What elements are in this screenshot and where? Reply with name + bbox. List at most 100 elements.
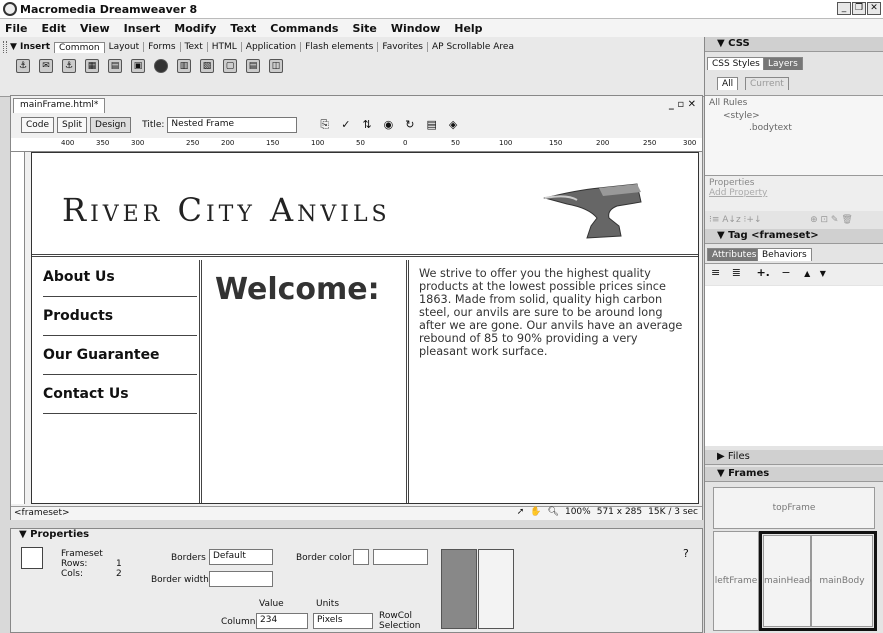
zoom-tool-icon[interactable]: 🔍︎	[548, 507, 559, 517]
tab-favorites[interactable]: Favorites	[378, 42, 428, 52]
menu-insert[interactable]: Insert	[124, 22, 161, 35]
tab-application[interactable]: Application	[242, 42, 302, 52]
column-value-input[interactable]: 234	[256, 613, 308, 629]
menu-text[interactable]: Text	[230, 22, 256, 35]
template-icon[interactable]: ▤	[246, 59, 260, 73]
style-rule[interactable]: <style>	[705, 110, 883, 122]
document-window: mainFrame.html* _ ▫ ✕ Code Split Design …	[10, 95, 703, 520]
show-all-events-icon[interactable]: ≣	[732, 266, 741, 279]
server-side-include-icon[interactable]: ▧	[200, 59, 214, 73]
tab-behaviors[interactable]: Behaviors	[757, 248, 812, 261]
tag-chooser-icon[interactable]: ◫	[269, 59, 283, 73]
menu-site[interactable]: Site	[352, 22, 376, 35]
tab-text[interactable]: Text	[181, 42, 208, 52]
file-management-icon[interactable]: ⇅	[362, 118, 371, 132]
tab-all[interactable]: All	[717, 77, 739, 90]
tab-layout[interactable]: Layout	[105, 42, 145, 52]
window-size-select[interactable]: 571 x 285	[597, 507, 642, 517]
select-tool-icon[interactable]: ➚	[517, 507, 525, 517]
border-color-swatch[interactable]	[353, 549, 369, 565]
tab-css-styles[interactable]: CSS Styles	[707, 57, 765, 70]
tab-flash-elements[interactable]: Flash elements	[301, 42, 379, 52]
menu-modify[interactable]: Modify	[174, 22, 216, 35]
email-link-icon[interactable]: ✉	[39, 59, 53, 73]
column-selection-left[interactable]	[441, 549, 477, 629]
show-set-events-icon[interactable]: ≡	[711, 266, 720, 279]
css-panel-header[interactable]: ▼ CSS	[705, 37, 883, 52]
frame-top[interactable]: topFrame	[713, 487, 875, 529]
menu-commands[interactable]: Commands	[270, 22, 338, 35]
menu-view[interactable]: View	[80, 22, 110, 35]
tab-attributes[interactable]: Attributes	[707, 248, 762, 261]
document-tab[interactable]: mainFrame.html*	[13, 98, 106, 113]
help-icon[interactable]: ?	[683, 547, 689, 560]
tab-common[interactable]: Common	[54, 41, 105, 53]
frame-main-header[interactable]: mainHeader	[763, 535, 819, 627]
view-options-icon[interactable]: ▤	[427, 118, 437, 132]
units-label: Units	[316, 599, 340, 609]
refresh-icon[interactable]: ↻	[405, 118, 414, 132]
add-property-link[interactable]: Add Property	[709, 188, 880, 198]
page-title-input[interactable]: Nested Frame	[167, 117, 298, 133]
validate-icon[interactable]: ✓	[341, 118, 350, 132]
nav-contact-us[interactable]: Contact Us	[43, 377, 197, 414]
tab-current[interactable]: Current	[745, 77, 789, 90]
menu-help[interactable]: Help	[454, 22, 482, 35]
insert-label[interactable]: ▼ Insert	[10, 42, 50, 52]
frame-main-body[interactable]: mainBody	[811, 535, 873, 627]
move-up-icon[interactable]: ▲	[804, 269, 810, 278]
comment-icon[interactable]: ▢	[223, 59, 237, 73]
border-color-input[interactable]	[373, 549, 428, 565]
frame-left[interactable]: leftFrame	[713, 531, 759, 631]
zoom-select[interactable]: 100%	[565, 507, 591, 517]
panel-grip[interactable]	[3, 41, 7, 53]
menu-window[interactable]: Window	[391, 22, 440, 35]
date-icon[interactable]: ▥	[177, 59, 191, 73]
nav-products[interactable]: Products	[43, 299, 197, 336]
check-browser-icon[interactable]: ⎘	[320, 118, 329, 132]
hyperlink-icon[interactable]: ⚓	[16, 59, 30, 73]
column-selection-right[interactable]	[478, 549, 514, 629]
insert-tabs: ▼ Insert Common Layout Forms Text HTML A…	[0, 39, 704, 55]
properties-header[interactable]: ▼ Properties	[11, 529, 702, 542]
hand-tool-icon[interactable]: ✋	[530, 507, 541, 517]
frames-panel-header[interactable]: ▼ Frames	[705, 467, 883, 482]
top-frame[interactable]: River City Anvils	[32, 153, 698, 257]
left-frame[interactable]: About Us Products Our Guarantee Contact …	[32, 260, 202, 503]
remove-behavior-icon[interactable]: −	[781, 266, 790, 279]
tab-layers[interactable]: Layers	[763, 57, 803, 70]
tab-forms[interactable]: Forms	[144, 42, 181, 52]
menu-file[interactable]: File	[5, 22, 28, 35]
tag-panel-header[interactable]: ▼ Tag <frameset>	[705, 229, 883, 244]
media-icon[interactable]	[154, 59, 168, 73]
bodytext-rule[interactable]: .bodytext	[705, 122, 883, 134]
design-view-button[interactable]: Design	[90, 117, 132, 133]
menu-edit[interactable]: Edit	[42, 22, 66, 35]
tab-ap-scrollable-area[interactable]: AP Scrollable Area	[428, 42, 518, 52]
border-width-input[interactable]	[209, 571, 273, 587]
document-window-controls[interactable]: _ ▫ ✕	[669, 99, 696, 110]
named-anchor-icon[interactable]: ⚓	[62, 59, 76, 73]
preview-icon[interactable]: ◉	[384, 118, 394, 132]
tab-html[interactable]: HTML	[208, 42, 242, 52]
nav-about-us[interactable]: About Us	[43, 260, 197, 297]
nav-our-guarantee[interactable]: Our Guarantee	[43, 338, 197, 375]
visual-aids-icon[interactable]: ◈	[449, 118, 457, 132]
close-icon[interactable]: ✕	[867, 2, 881, 15]
tag-selector[interactable]: <frameset>	[14, 508, 70, 518]
code-view-button[interactable]: Code	[21, 117, 55, 133]
ruler-tick: 350	[96, 139, 110, 147]
restore-icon[interactable]: ❐	[852, 2, 866, 15]
layer-icon[interactable]: ▤	[108, 59, 122, 73]
minimize-icon[interactable]: _	[837, 2, 851, 15]
units-select[interactable]: Pixels	[313, 613, 373, 629]
image-icon[interactable]: ▣	[131, 59, 145, 73]
ruler-tick: 100	[499, 139, 513, 147]
main-header-frame[interactable]: Welcome:	[205, 260, 409, 503]
files-panel-header[interactable]: ▶ Files	[705, 450, 883, 465]
table-icon[interactable]: ▦	[85, 59, 99, 73]
split-view-button[interactable]: Split	[57, 117, 88, 133]
move-down-icon[interactable]: ▼	[820, 269, 826, 278]
borders-select[interactable]: Default	[209, 549, 273, 565]
add-behavior-icon[interactable]: +.	[756, 266, 769, 279]
